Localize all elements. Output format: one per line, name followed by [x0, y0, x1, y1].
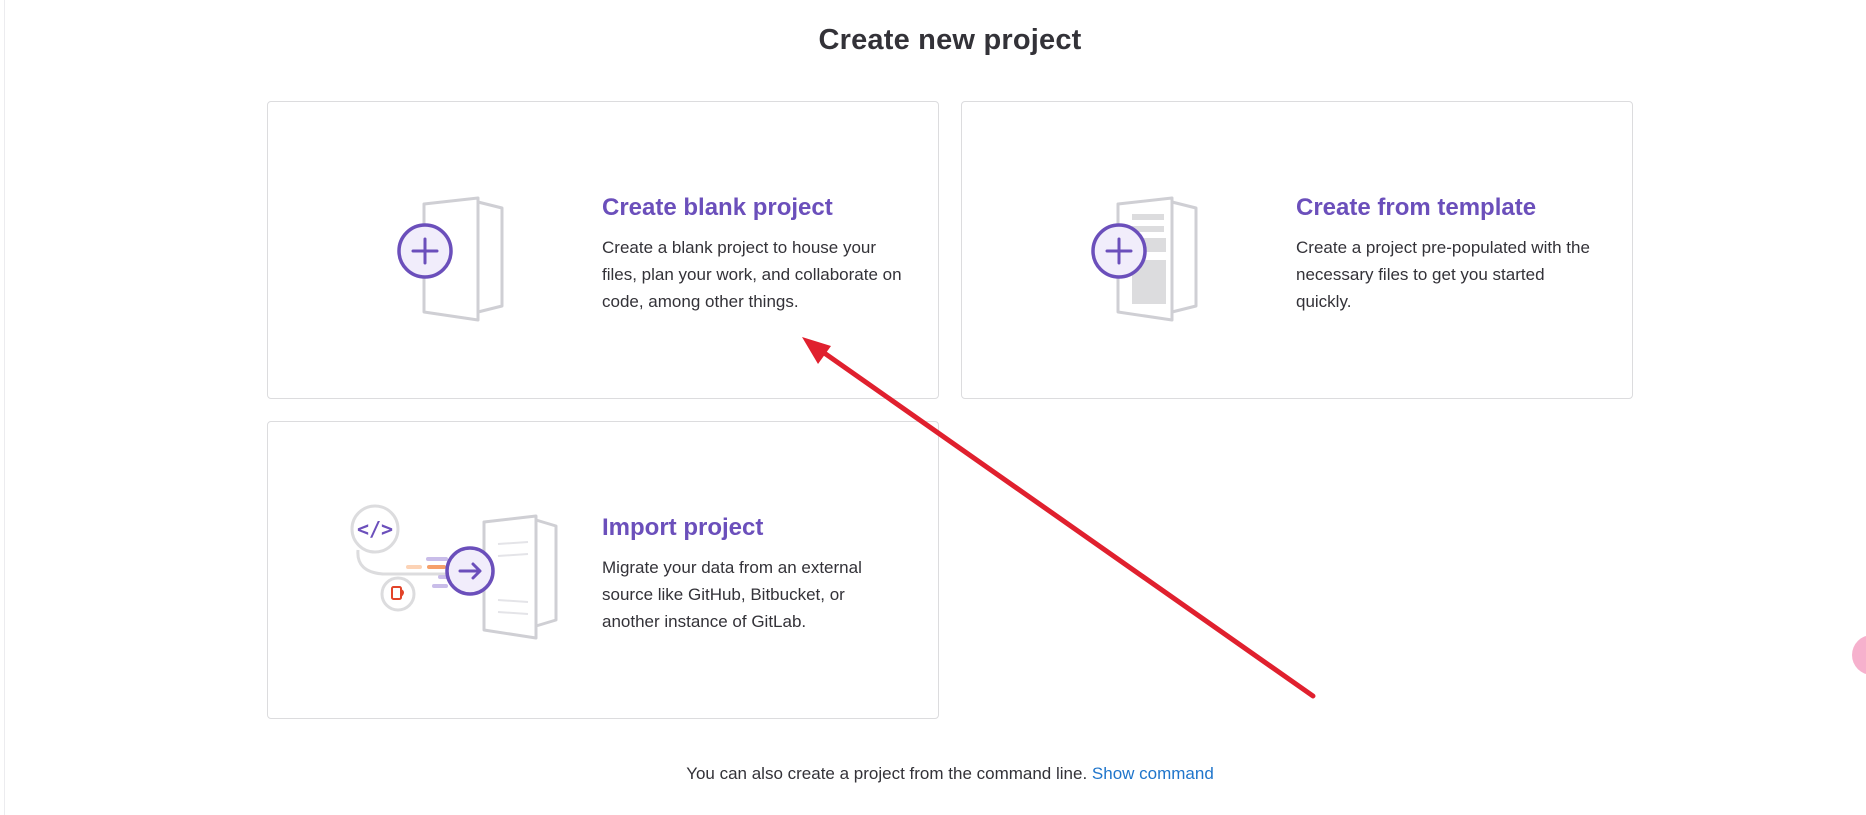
import-project-card[interactable]: </> Import project Migrate your data fro… — [267, 421, 939, 719]
svg-text:</>: </> — [357, 517, 393, 541]
import-project-description: Migrate your data from an external sourc… — [602, 558, 862, 631]
create-from-template-title[interactable]: Create from template — [1296, 194, 1536, 222]
show-command-link[interactable]: Show command — [1092, 764, 1214, 783]
create-blank-project-description: Create a blank project to house your fil… — [602, 238, 902, 311]
create-from-template-card[interactable]: Create from template Create a project pr… — [961, 101, 1633, 399]
template-project-illustration-icon — [1091, 196, 1198, 322]
create-blank-project-card[interactable]: Create blank project Create a blank proj… — [267, 101, 939, 399]
blank-project-illustration-icon — [397, 196, 504, 322]
floating-help-bubble[interactable] — [1852, 635, 1866, 675]
page-title: Create new project — [818, 24, 1082, 56]
command-line-hint: You can also create a project from the c… — [0, 764, 1866, 784]
import-project-illustration-icon: </> — [350, 504, 558, 640]
page-left-border — [4, 0, 5, 815]
command-line-hint-text: You can also create a project from the c… — [686, 764, 1088, 783]
create-from-template-description: Create a project pre-populated with the … — [1296, 238, 1590, 311]
import-project-title[interactable]: Import project — [602, 514, 763, 542]
create-blank-project-title[interactable]: Create blank project — [602, 194, 833, 222]
